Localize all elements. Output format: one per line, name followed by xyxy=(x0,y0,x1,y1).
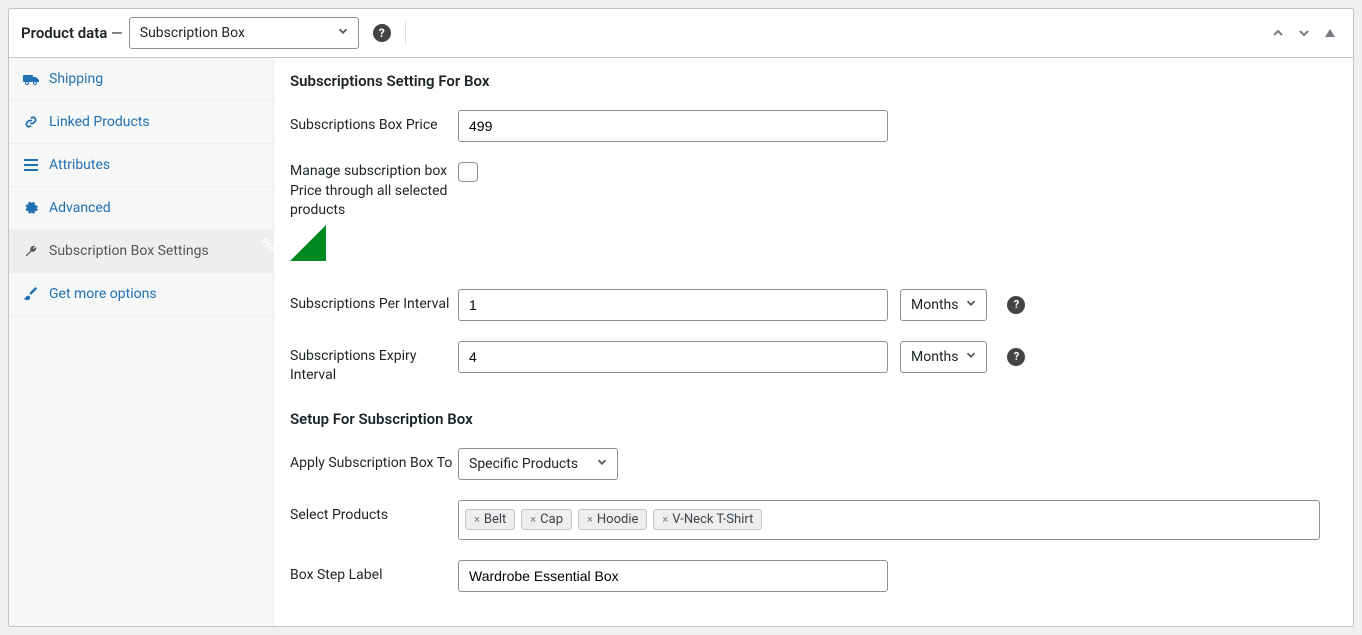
product-tag: × Cap xyxy=(521,509,572,530)
input-box-price[interactable] xyxy=(458,110,888,142)
checkbox-manage-price[interactable] xyxy=(458,162,478,182)
link-icon xyxy=(23,115,39,129)
content-area: Subscriptions Setting For Box Subscripti… xyxy=(274,58,1353,626)
label-apply-to: Apply Subscription Box To xyxy=(290,448,458,474)
product-type-value: Subscription Box xyxy=(140,25,245,41)
chevron-down-icon xyxy=(595,455,609,473)
label-per-interval: Subscriptions Per Interval xyxy=(290,289,458,315)
sidebar-item-subscription-box-settings[interactable]: Subscription Box Settings xyxy=(9,230,273,273)
sidebar-item-linked-products[interactable]: Linked Products xyxy=(9,101,273,144)
gear-icon xyxy=(23,201,39,215)
sidebar-item-advanced[interactable]: Advanced xyxy=(9,187,273,230)
section-setup: Setup For Subscription Box xyxy=(274,396,1353,438)
panel-body: Shipping Linked Products Attributes Adva… xyxy=(9,58,1353,626)
select-apply-to[interactable]: Specific Products xyxy=(458,448,618,480)
per-interval-unit: Months xyxy=(911,297,958,313)
sidebar-label: Subscription Box Settings xyxy=(49,243,209,259)
truck-icon xyxy=(23,73,39,85)
tag-label: Belt xyxy=(484,512,506,527)
select-per-interval-unit[interactable]: Months xyxy=(900,289,987,321)
sidebar-label: Advanced xyxy=(49,200,111,216)
row-select-products: Select Products × Belt × Cap × Hoodie × V-Ne… xyxy=(274,490,1353,550)
remove-tag-icon[interactable]: × xyxy=(662,513,668,526)
sidebar-item-shipping[interactable]: Shipping xyxy=(9,58,273,101)
label-select-products: Select Products xyxy=(290,500,458,526)
input-expiry-interval[interactable] xyxy=(458,341,888,373)
section-subscription-settings: Subscriptions Setting For Box xyxy=(274,66,1353,100)
tag-label: V-Neck T-Shirt xyxy=(672,512,753,527)
sidebar-label: Attributes xyxy=(49,157,110,173)
label-manage-price: Manage subscription box Price through al… xyxy=(290,162,458,221)
row-step-label: Box Step Label xyxy=(274,550,1353,602)
wrench-icon xyxy=(23,244,39,258)
pro-badge: Pro xyxy=(290,225,1353,261)
sidebar: Shipping Linked Products Attributes Adva… xyxy=(9,58,274,626)
list-icon xyxy=(23,159,39,171)
sidebar-item-get-more-options[interactable]: Get more options xyxy=(9,273,273,316)
title-prefix: Product data xyxy=(21,24,107,42)
tag-label: Cap xyxy=(540,512,563,527)
panel-title: Product data — xyxy=(21,24,123,42)
product-tag: × Hoodie xyxy=(578,509,647,530)
collapse-down-icon[interactable] xyxy=(1293,22,1315,44)
sidebar-label: Linked Products xyxy=(49,114,150,130)
expiry-interval-unit: Months xyxy=(911,349,958,365)
select-expiry-interval-unit[interactable]: Months xyxy=(900,341,987,373)
sidebar-label: Shipping xyxy=(49,71,103,87)
remove-tag-icon[interactable]: × xyxy=(587,513,593,526)
title-sep: — xyxy=(107,24,122,42)
label-step-label: Box Step Label xyxy=(290,560,458,586)
product-type-select[interactable]: Subscription Box xyxy=(129,17,359,49)
panel-header: Product data — Subscription Box ? xyxy=(9,9,1353,58)
label-box-price: Subscriptions Box Price xyxy=(290,110,458,136)
row-box-price: Subscriptions Box Price xyxy=(274,100,1353,152)
product-tag: × Belt xyxy=(465,509,515,530)
product-tag: × V-Neck T-Shirt xyxy=(653,509,762,530)
remove-tag-icon[interactable]: × xyxy=(474,513,480,526)
sidebar-item-attributes[interactable]: Attributes xyxy=(9,144,273,187)
row-per-interval: Subscriptions Per Interval Months ? xyxy=(274,279,1353,331)
row-expiry-interval: Subscriptions Expiry Interval Months ? xyxy=(274,331,1353,396)
apply-to-value: Specific Products xyxy=(469,456,578,472)
tag-label: Hoodie xyxy=(597,512,639,527)
collapse-up-icon[interactable] xyxy=(1267,22,1289,44)
divider xyxy=(405,22,406,44)
brush-icon xyxy=(23,287,39,301)
product-data-panel: Product data — Subscription Box ? Shippi… xyxy=(8,8,1354,627)
row-manage-price: Manage subscription box Price through al… xyxy=(274,152,1353,231)
chevron-down-icon xyxy=(964,296,978,314)
row-apply-to: Apply Subscription Box To Specific Produ… xyxy=(274,438,1353,490)
chevron-down-icon xyxy=(964,348,978,366)
remove-tag-icon[interactable]: × xyxy=(530,513,536,526)
sidebar-label: Get more options xyxy=(49,286,157,302)
multi-select-products[interactable]: × Belt × Cap × Hoodie × V-Neck T-Shirt xyxy=(458,500,1320,540)
help-icon[interactable]: ? xyxy=(1007,296,1025,314)
help-icon[interactable]: ? xyxy=(373,24,391,42)
toggle-panel-icon[interactable] xyxy=(1319,22,1341,44)
input-per-interval[interactable] xyxy=(458,289,888,321)
input-step-label[interactable] xyxy=(458,560,888,592)
label-expiry-interval: Subscriptions Expiry Interval xyxy=(290,341,458,386)
chevron-down-icon xyxy=(336,24,350,42)
help-icon[interactable]: ? xyxy=(1007,348,1025,366)
